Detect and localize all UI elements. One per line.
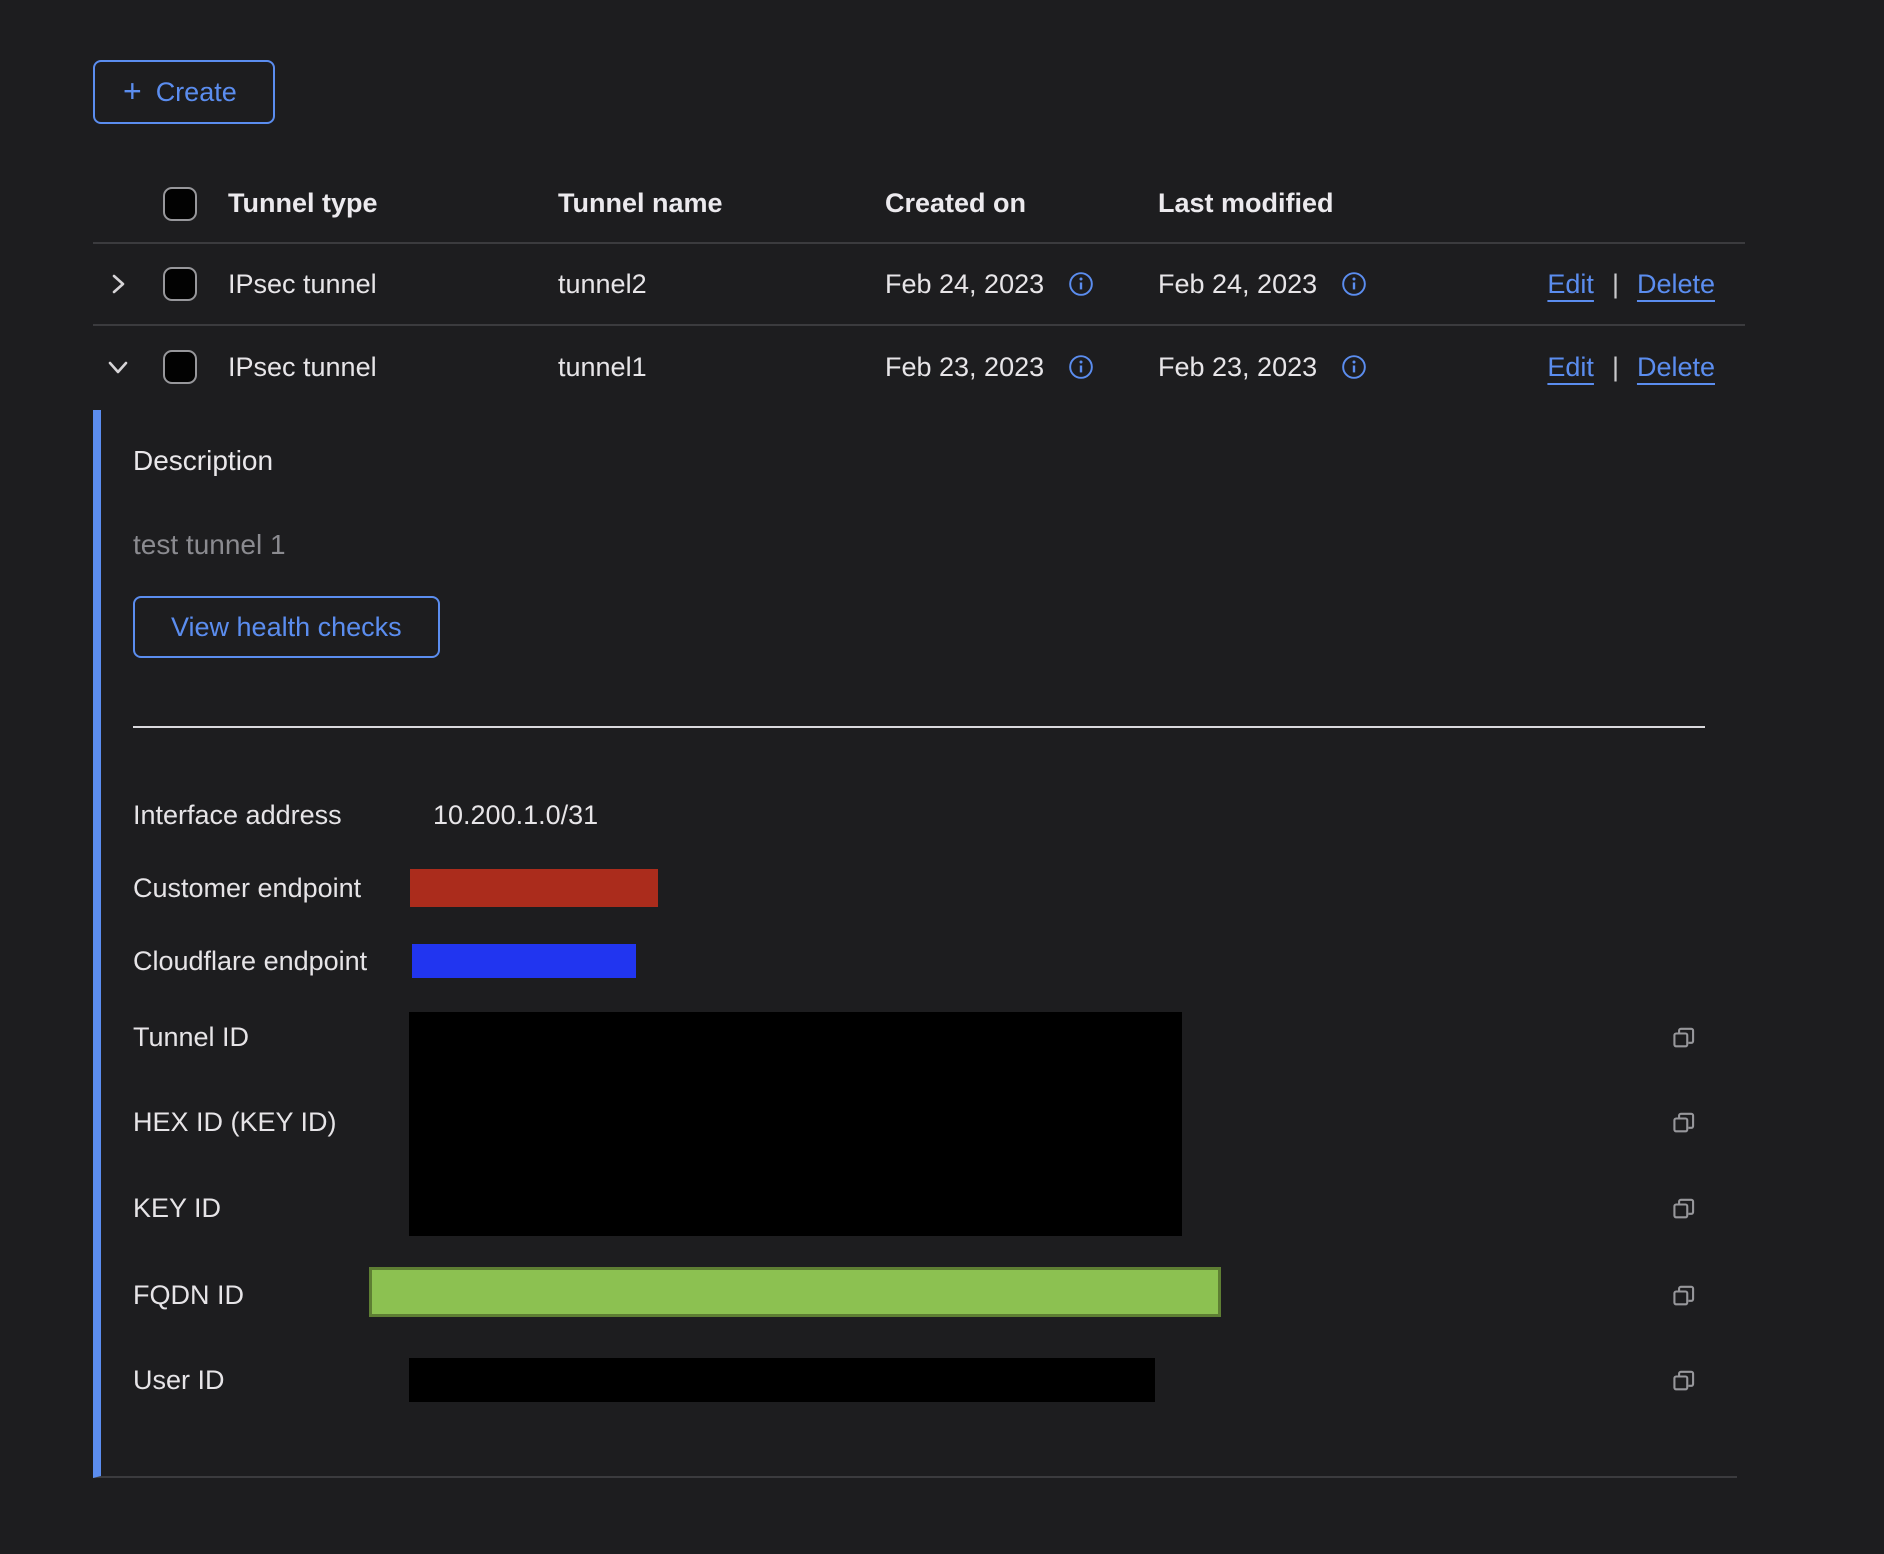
description-value: test tunnel 1 xyxy=(133,529,286,561)
key-id-label: KEY ID xyxy=(133,1190,221,1226)
info-icon[interactable] xyxy=(1341,271,1367,297)
user-id-label: User ID xyxy=(133,1362,225,1398)
fqdn-id-label: FQDN ID xyxy=(133,1277,244,1313)
view-health-checks-button[interactable]: View health checks xyxy=(133,596,440,658)
tunnel-id-label: Tunnel ID xyxy=(133,1019,249,1055)
tunnel-type-cell: IPsec tunnel xyxy=(228,352,558,383)
last-modified-value: Feb 23, 2023 xyxy=(1158,352,1317,383)
edit-link[interactable]: Edit xyxy=(1547,269,1594,300)
interface-address-label: Interface address xyxy=(133,797,342,833)
delete-link[interactable]: Delete xyxy=(1637,269,1715,300)
copy-hex-id-button[interactable] xyxy=(1668,1108,1696,1136)
collapse-row-button[interactable] xyxy=(93,352,133,382)
last-modified-value: Feb 24, 2023 xyxy=(1158,269,1317,300)
copy-icon xyxy=(1668,1194,1696,1222)
table-row-tunnel2: IPsec tunnel tunnel2 Feb 24, 2023 Feb 24… xyxy=(93,244,1745,326)
delete-link[interactable]: Delete xyxy=(1637,352,1715,383)
cloudflare-endpoint-label: Cloudflare endpoint xyxy=(133,943,367,979)
created-on-value: Feb 23, 2023 xyxy=(885,352,1044,383)
copy-fqdn-id-button[interactable] xyxy=(1668,1281,1696,1309)
header-tunnel-type: Tunnel type xyxy=(228,188,558,219)
cloudflare-endpoint-redaction xyxy=(412,944,636,978)
expand-row-button[interactable] xyxy=(93,269,133,299)
tunnel-name-cell: tunnel2 xyxy=(558,269,885,300)
hex-id-label: HEX ID (KEY ID) xyxy=(133,1104,337,1140)
user-id-redaction xyxy=(409,1358,1155,1402)
row-checkbox[interactable] xyxy=(163,350,197,384)
edit-link[interactable]: Edit xyxy=(1547,352,1594,383)
create-button-label: Create xyxy=(156,77,237,108)
copy-icon xyxy=(1668,1366,1696,1394)
table-header-row: Tunnel type Tunnel name Created on Last … xyxy=(93,165,1745,244)
description-label: Description xyxy=(133,445,273,477)
section-divider xyxy=(133,726,1705,728)
action-separator: | xyxy=(1612,269,1619,300)
expanded-tunnel-details: Description test tunnel 1 View health ch… xyxy=(93,410,1737,1478)
copy-key-id-button[interactable] xyxy=(1668,1194,1696,1222)
copy-icon xyxy=(1668,1023,1696,1051)
tunnel-name-cell: tunnel1 xyxy=(558,352,885,383)
plus-icon: + xyxy=(123,75,142,107)
copy-user-id-button[interactable] xyxy=(1668,1366,1696,1394)
tunnel-type-cell: IPsec tunnel xyxy=(228,269,558,300)
copy-icon xyxy=(1668,1281,1696,1309)
customer-endpoint-redaction xyxy=(410,869,658,907)
row-checkbox[interactable] xyxy=(163,267,197,301)
table-row-tunnel1: IPsec tunnel tunnel1 Feb 23, 2023 Feb 23… xyxy=(93,326,1745,408)
interface-address-value: 10.200.1.0/31 xyxy=(433,797,598,833)
info-icon[interactable] xyxy=(1341,354,1367,380)
header-tunnel-name: Tunnel name xyxy=(558,188,885,219)
customer-endpoint-label: Customer endpoint xyxy=(133,870,361,906)
fqdn-id-redaction xyxy=(369,1267,1221,1317)
header-created-on: Created on xyxy=(885,188,1158,219)
action-separator: | xyxy=(1612,352,1619,383)
created-on-value: Feb 24, 2023 xyxy=(885,269,1044,300)
chevron-right-icon xyxy=(103,269,133,299)
info-icon[interactable] xyxy=(1068,354,1094,380)
copy-icon xyxy=(1668,1108,1696,1136)
select-all-checkbox[interactable] xyxy=(163,187,197,221)
info-icon[interactable] xyxy=(1068,271,1094,297)
tunnels-table: Tunnel type Tunnel name Created on Last … xyxy=(93,165,1745,408)
create-button[interactable]: + Create xyxy=(93,60,275,124)
copy-tunnel-id-button[interactable] xyxy=(1668,1023,1696,1051)
chevron-down-icon xyxy=(103,352,133,382)
tunnel-ids-redaction xyxy=(409,1012,1182,1236)
header-last-modified: Last modified xyxy=(1158,188,1448,219)
